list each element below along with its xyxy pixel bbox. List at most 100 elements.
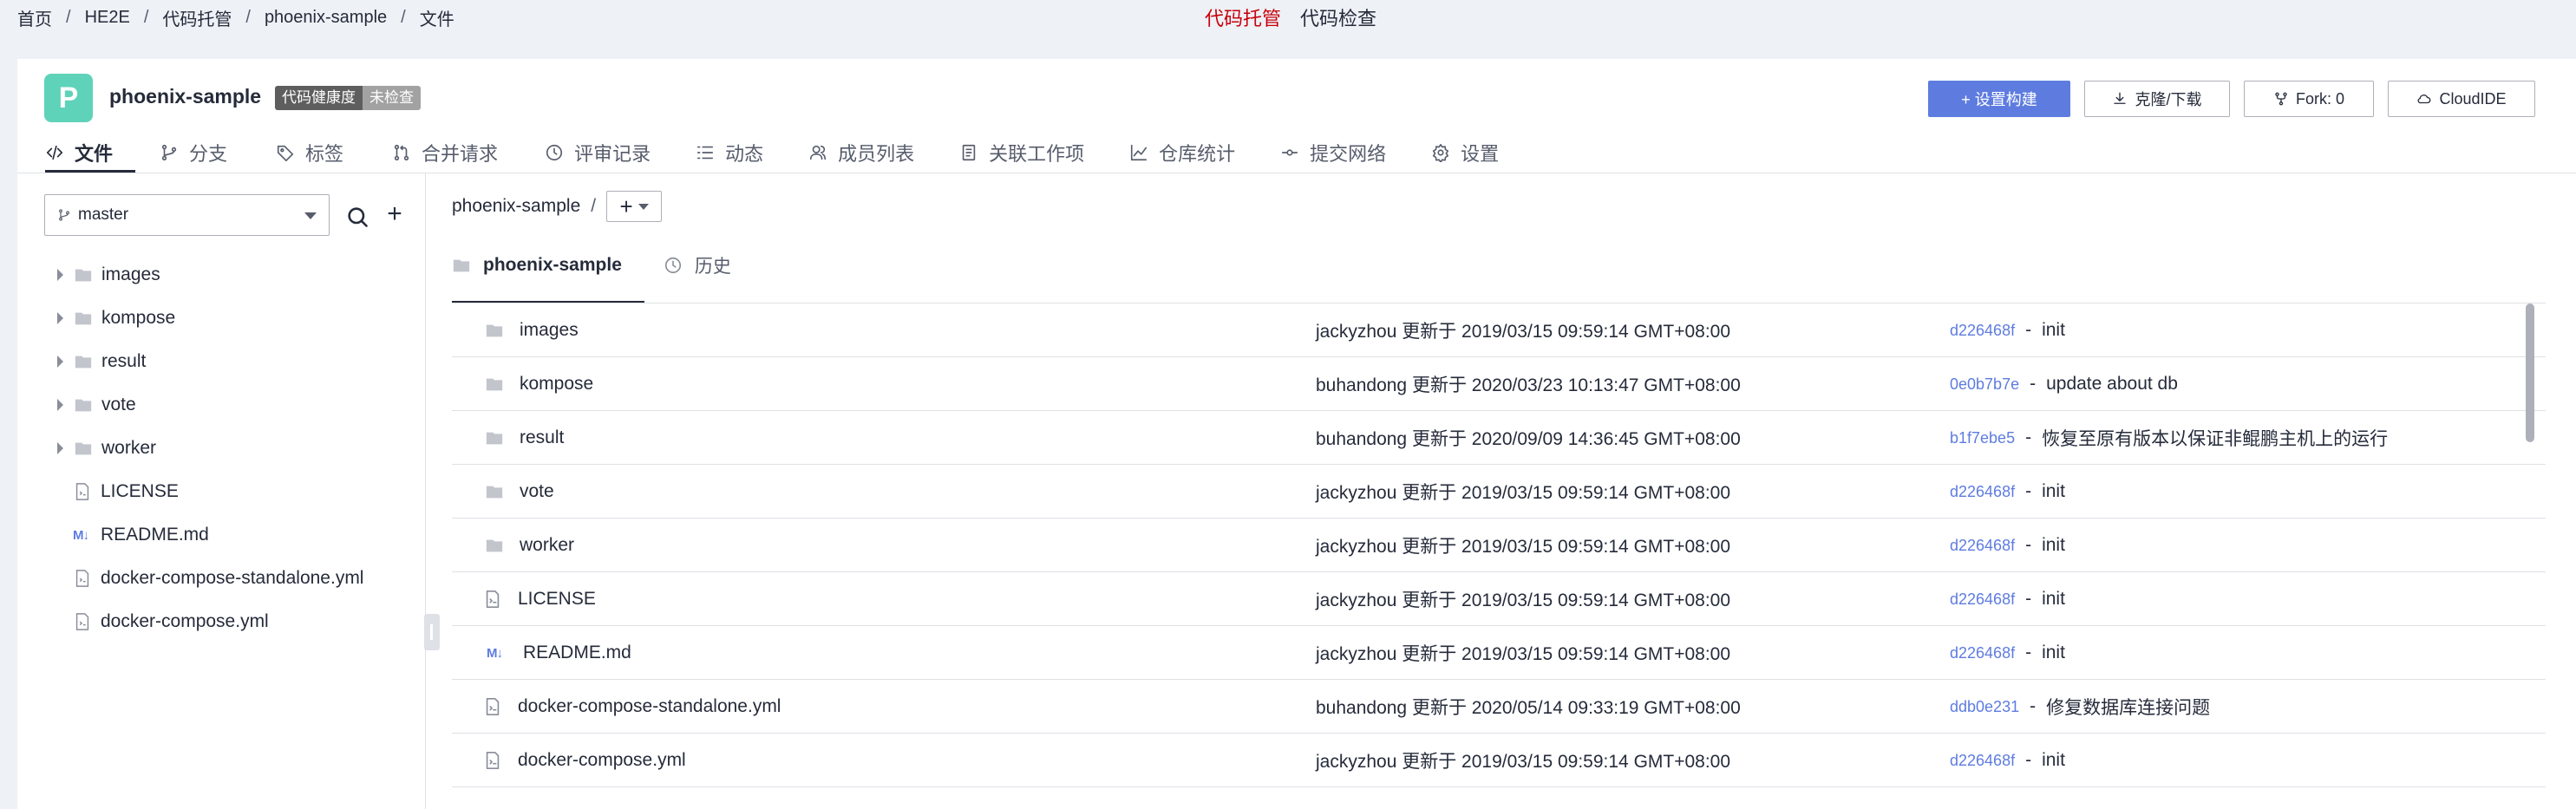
file-name: worker — [520, 535, 575, 555]
file-list-scrollbar[interactable] — [2526, 303, 2534, 442]
activity-icon — [697, 146, 714, 160]
subtab-repo-files[interactable]: phoenix-sample — [452, 245, 622, 286]
clone-download-button[interactable]: 克隆/下载 — [2084, 81, 2230, 117]
panel-collapse-handle[interactable] — [424, 614, 440, 650]
commit-hash-link[interactable]: 0e0b7b7e — [1950, 375, 2019, 394]
service-nav-code-check[interactable]: 代码检查 — [1300, 3, 1376, 31]
repo-name[interactable]: phoenix-sample — [109, 85, 261, 108]
tree-item-folder[interactable]: result — [17, 340, 416, 383]
chevron-right-icon[interactable] — [57, 269, 63, 281]
tab-branches[interactable]: 分支 — [160, 135, 227, 170]
tree-item-folder[interactable]: images — [17, 253, 416, 297]
file-name-link[interactable]: docker-compose.yml — [483, 734, 686, 787]
file-row: docker-compose.yml jackyzhou 更新于 2019/03… — [452, 734, 2546, 787]
tab-tags[interactable]: 标签 — [276, 135, 343, 170]
chevron-right-icon[interactable] — [57, 312, 63, 324]
commit-hash-link[interactable]: ddb0e231 — [1950, 698, 2019, 716]
tab-repo-stats[interactable]: 仓库统计 — [1129, 135, 1235, 170]
chevron-right-icon[interactable] — [57, 442, 63, 454]
tab-files-label: 文件 — [75, 143, 114, 165]
tab-review-records[interactable]: 评审记录 — [545, 135, 651, 170]
tab-work-items-label: 关联工作项 — [989, 143, 1085, 165]
chevron-right-icon[interactable] — [57, 399, 63, 411]
breadcrumb-code-hosting[interactable]: 代码托管 — [162, 5, 232, 30]
tab-work-items[interactable]: 关联工作项 — [959, 135, 1084, 170]
workitem-icon — [962, 144, 976, 161]
tab-files[interactable]: 文件 — [45, 135, 113, 170]
commit-hash-link[interactable]: d226468f — [1950, 752, 2015, 770]
tab-repo-stats-label: 仓库统计 — [1159, 143, 1236, 165]
breadcrumb-home[interactable]: 首页 — [17, 5, 52, 30]
folder-icon — [453, 259, 470, 272]
file-name: docker-compose-standalone.yml — [518, 696, 781, 716]
file-name-link[interactable]: M↓ README.md — [487, 626, 631, 680]
cloudide-label: CloudIDE — [2439, 89, 2507, 108]
tree-item-folder[interactable]: vote — [17, 383, 416, 427]
code-icon — [46, 145, 63, 160]
file-name-link[interactable]: result — [485, 411, 564, 465]
commit-network-icon — [1282, 149, 1298, 156]
file-name-link[interactable]: worker — [485, 519, 574, 572]
tab-merge-requests[interactable]: 合并请求 — [392, 135, 498, 170]
commit-message[interactable]: 恢复至原有版本以保证非鲲鹏主机上的运行 — [2042, 425, 2388, 451]
file-updated: jackyzhou 更新于 2019/03/15 09:59:14 GMT+08… — [1316, 644, 1731, 664]
tree-item-file[interactable]: M↓ README.md — [17, 513, 416, 557]
commit-hash-link[interactable]: d226468f — [1950, 537, 2015, 555]
repo-tabs: 文件 分支 标签 合并请求 评审记录 动态 成员列表 关联工作项 仓库统计 提交… — [45, 135, 1499, 170]
file-name-link[interactable]: images — [485, 303, 579, 357]
tree-item-folder[interactable]: kompose — [17, 297, 416, 340]
tree-item-folder[interactable]: worker — [17, 427, 416, 470]
commit-hash-link[interactable]: d226468f — [1950, 322, 2015, 340]
branch-select[interactable]: master — [44, 194, 330, 236]
file-name: kompose — [520, 374, 594, 394]
add-file-dropdown[interactable]: + — [606, 191, 663, 222]
file-updated: jackyzhou 更新于 2019/03/15 09:59:14 GMT+08… — [1316, 322, 1731, 342]
fork-button[interactable]: Fork: 0 — [2244, 81, 2374, 117]
chevron-down-icon — [637, 203, 649, 210]
commit-message[interactable]: init — [2042, 481, 2065, 502]
health-badge[interactable]: 代码健康度 未检查 — [275, 86, 421, 110]
tree-item-label: LICENSE — [101, 481, 179, 501]
health-badge-status: 未检查 — [363, 86, 421, 110]
commit-hash-link[interactable]: d226468f — [1950, 483, 2015, 501]
subtab-history[interactable]: 历史 — [664, 245, 731, 286]
commit-message[interactable]: init — [2042, 750, 2065, 771]
file-name-link[interactable]: docker-compose-standalone.yml — [483, 680, 781, 734]
stats-icon — [1131, 144, 1147, 161]
commit-message[interactable]: init — [2042, 643, 2065, 663]
commit-hash-link[interactable]: b1f7ebe5 — [1950, 429, 2015, 447]
service-nav-code-hosting[interactable]: 代码托管 — [1205, 3, 1281, 31]
file-commit: d226468f - init — [1950, 519, 2065, 572]
search-icon[interactable] — [345, 205, 369, 229]
commit-message[interactable]: init — [2042, 320, 2065, 341]
commit-hash-link[interactable]: d226468f — [1950, 590, 2015, 609]
commit-message[interactable]: init — [2042, 589, 2065, 610]
commit-separator: - — [2025, 535, 2032, 555]
tab-commit-network[interactable]: 提交网络 — [1280, 135, 1386, 170]
commit-separator: - — [2025, 320, 2032, 340]
tab-members[interactable]: 成员列表 — [808, 135, 914, 170]
file-name-link[interactable]: kompose — [485, 357, 593, 411]
chevron-right-icon[interactable] — [57, 356, 63, 368]
add-icon[interactable]: + — [382, 201, 407, 227]
tree-item-file[interactable]: docker-compose-standalone.yml — [17, 557, 416, 600]
file-name-link[interactable]: LICENSE — [483, 572, 596, 626]
path-root[interactable]: phoenix-sample — [452, 196, 580, 217]
markdown-icon: M↓ — [487, 645, 503, 661]
tab-activity[interactable]: 动态 — [696, 135, 763, 170]
repo-card: P phoenix-sample 代码健康度 未检查 + 设置构建 克隆/下载 … — [17, 59, 2576, 809]
cloudide-button[interactable]: CloudIDE — [2388, 81, 2535, 117]
commit-message[interactable]: init — [2042, 535, 2065, 556]
breadcrumb-repo[interactable]: phoenix-sample — [265, 8, 387, 28]
commit-message[interactable]: update about db — [2046, 374, 2178, 395]
folder-icon — [486, 324, 503, 337]
tree-item-file[interactable]: docker-compose.yml — [17, 600, 416, 643]
setup-build-button[interactable]: + 设置构建 — [1928, 81, 2070, 117]
breadcrumb-project[interactable]: HE2E — [85, 8, 130, 28]
path-separator: / — [591, 196, 597, 216]
commit-hash-link[interactable]: d226468f — [1950, 644, 2015, 662]
tree-item-file[interactable]: LICENSE — [17, 470, 416, 513]
commit-message[interactable]: 修复数据库连接问题 — [2046, 694, 2210, 720]
file-name-link[interactable]: vote — [485, 465, 554, 519]
tab-settings[interactable]: 设置 — [1431, 135, 1499, 170]
